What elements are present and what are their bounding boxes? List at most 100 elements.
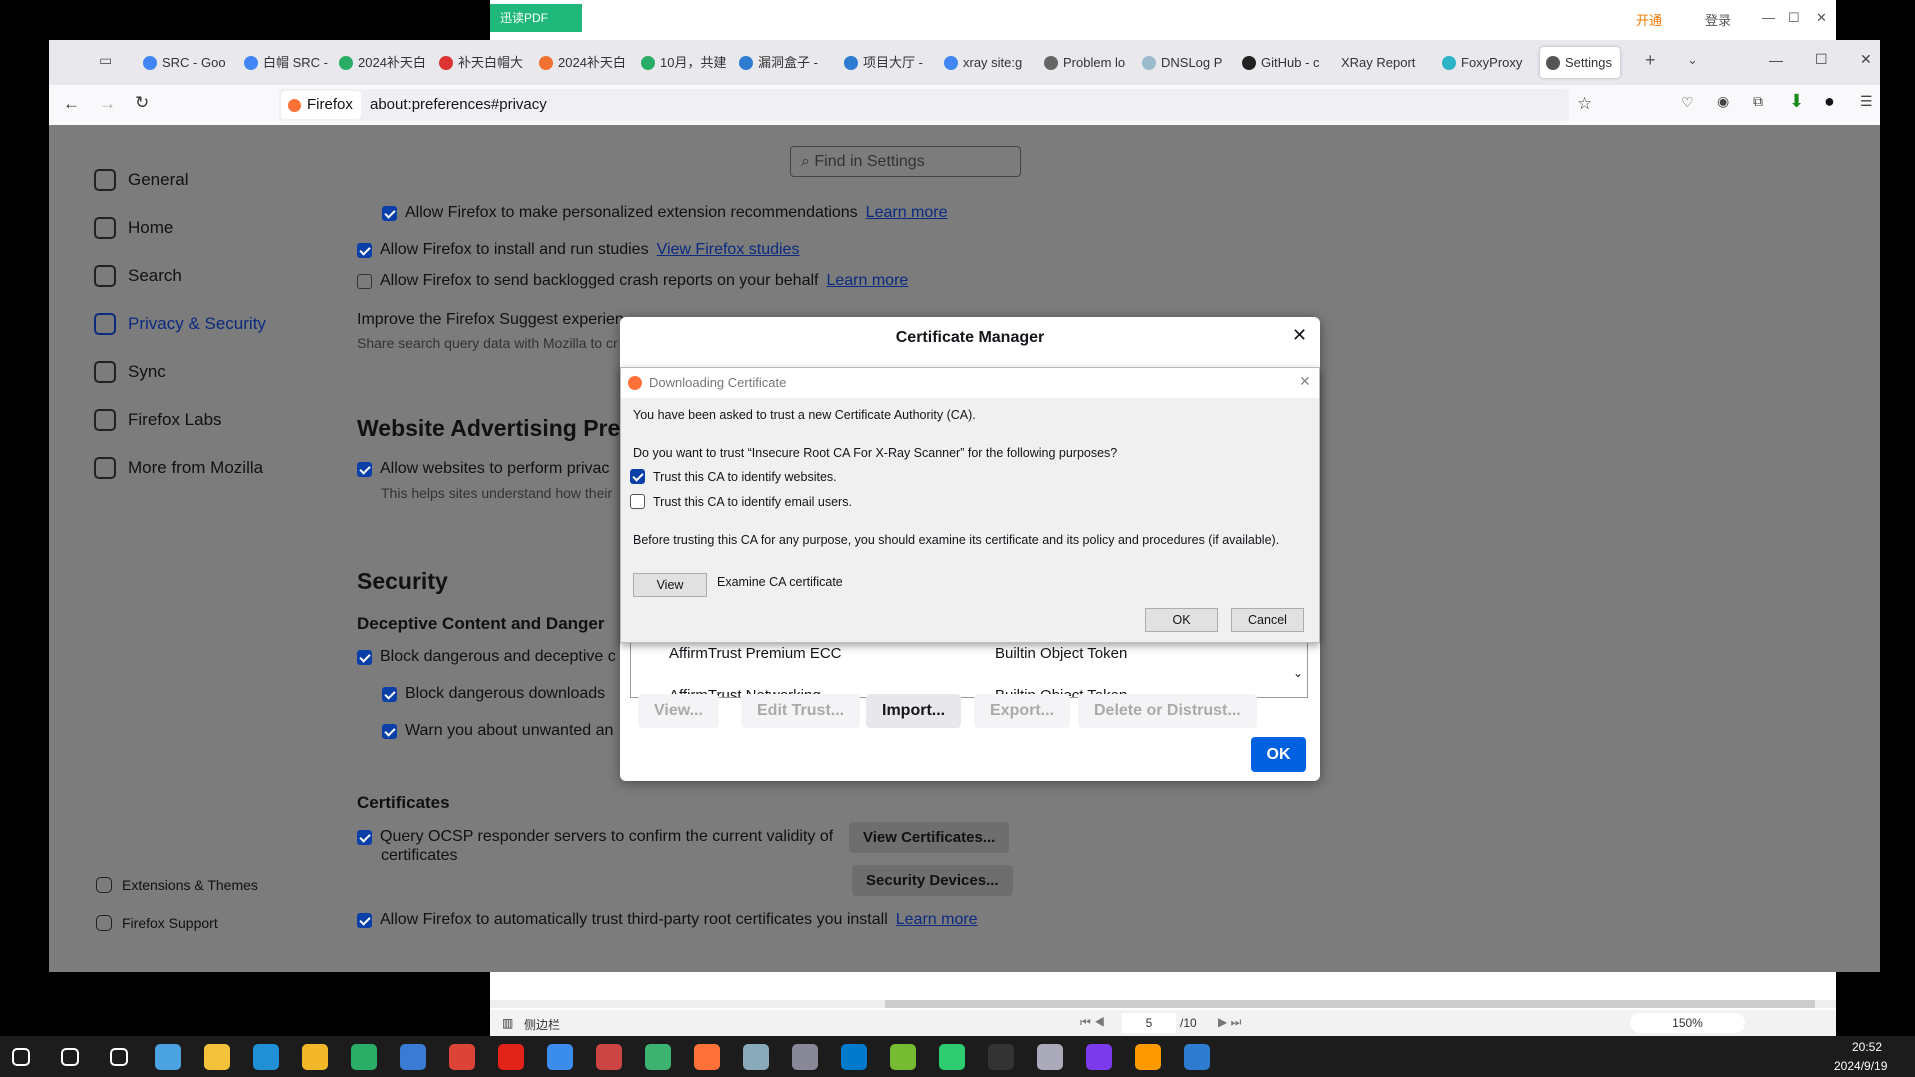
app-icon[interactable] [1184, 1044, 1210, 1070]
bookmark-star-icon[interactable]: ☆ [1577, 94, 1592, 114]
app-icon[interactable] [302, 1044, 328, 1070]
app-icon[interactable] [155, 1044, 181, 1070]
mail-icon[interactable] [400, 1044, 426, 1070]
firefox-icon[interactable] [694, 1044, 720, 1070]
security-devices-button[interactable]: Security Devices... [852, 865, 1013, 896]
close-icon[interactable]: ✕ [1299, 373, 1311, 390]
view-cert-button[interactable]: View... [638, 694, 719, 728]
reload-icon[interactable]: ↻ [135, 93, 149, 113]
close-icon[interactable]: ✕ [1816, 10, 1827, 26]
menu-icon[interactable]: ☰ [1860, 93, 1873, 110]
tab[interactable]: 项目大厅 - [844, 47, 939, 78]
ad-checkbox[interactable] [357, 461, 372, 477]
horizontal-scrollbar[interactable] [490, 1000, 1836, 1008]
task-view-icon[interactable] [110, 1048, 128, 1066]
tab[interactable]: Problem lo [1044, 47, 1139, 78]
tab[interactable]: XRay Report [1341, 47, 1436, 78]
close-icon[interactable]: ✕ [1292, 325, 1307, 346]
wechat-icon[interactable] [351, 1044, 377, 1070]
app-icon[interactable] [792, 1044, 818, 1070]
url-text[interactable]: about:preferences#privacy [370, 96, 547, 113]
search-icon[interactable] [61, 1048, 79, 1066]
tab[interactable]: 漏洞盒子 - [739, 47, 839, 78]
minimize-icon[interactable]: — [1762, 10, 1775, 25]
tab[interactable]: 10月，共建 [641, 47, 736, 78]
scroll-down-icon[interactable]: ⌄ [1293, 666, 1303, 680]
crash-reports-checkbox[interactable] [357, 273, 372, 289]
tab[interactable]: FoxyProxy [1442, 47, 1532, 78]
terminal-icon[interactable] [988, 1044, 1014, 1070]
pdf-app-badge[interactable]: 迅读PDF [490, 4, 582, 32]
vip-link[interactable]: 开通 [1636, 10, 1662, 29]
tab[interactable]: xray site:g [944, 47, 1039, 78]
sidebar-footer-item[interactable]: Firefox Support [96, 915, 218, 931]
view-ca-button[interactable]: View [633, 573, 707, 597]
sidebar-item[interactable]: Home [94, 217, 173, 239]
pdf-icon[interactable] [939, 1044, 965, 1070]
view-studies-link[interactable]: View Firefox studies [657, 241, 800, 259]
certificate-list[interactable]: AffirmTrust Premium ECC Builtin Object To… [630, 642, 1308, 698]
app-icon[interactable] [1135, 1044, 1161, 1070]
chevron-down-icon[interactable]: ⌄ [1687, 52, 1698, 68]
tab[interactable]: Settings [1540, 47, 1620, 78]
app-icon[interactable] [547, 1044, 573, 1070]
view-certificates-button[interactable]: View Certificates... [849, 822, 1010, 853]
tab[interactable]: 2024补天白 [339, 47, 434, 78]
forward-icon[interactable]: → [99, 94, 116, 114]
url-bar[interactable]: Firefox about:preferences#privacy ☆ [279, 89, 1592, 121]
new-tab-icon[interactable]: + [1645, 50, 1656, 71]
sidebar-item[interactable]: Privacy & Security [94, 313, 266, 335]
ok-button[interactable]: OK [1251, 737, 1306, 772]
warn-unwanted-checkbox[interactable] [382, 723, 397, 739]
tab[interactable]: SRC - Goo [143, 47, 238, 78]
start-icon[interactable] [12, 1048, 30, 1066]
close-icon[interactable]: ✕ [1860, 51, 1872, 68]
sidebar-toggle-icon[interactable]: ▥ [502, 1016, 513, 1030]
trust-email-checkbox[interactable] [630, 494, 645, 509]
sidebar-item[interactable]: Search [94, 265, 182, 287]
sidebar-item[interactable]: More from Mozilla [94, 457, 263, 479]
edge-icon[interactable] [253, 1044, 279, 1070]
sidebar-item[interactable]: Sync [94, 361, 166, 383]
back-icon[interactable]: ← [63, 94, 80, 114]
trust-websites-checkbox[interactable] [630, 469, 645, 484]
maximize-icon[interactable]: ☐ [1815, 51, 1828, 68]
scrollbar[interactable] [1875, 125, 1880, 972]
tab[interactable]: 2024补天白 [539, 47, 634, 78]
extensions-icon[interactable]: ⧉ [1753, 93, 1763, 110]
sidebar-label[interactable]: 侧边栏 [524, 1016, 560, 1033]
maximize-icon[interactable]: ☐ [1788, 10, 1800, 26]
account-icon[interactable]: ◉ [1717, 93, 1729, 110]
block-downloads-checkbox[interactable] [382, 686, 397, 702]
clock-date[interactable]: 2024/9/19 [1834, 1059, 1887, 1073]
ocsp-checkbox[interactable] [357, 829, 372, 845]
vscode-icon[interactable] [841, 1044, 867, 1070]
tab-list-icon[interactable]: ▭ [99, 52, 112, 69]
app-icon[interactable] [1086, 1044, 1112, 1070]
file-explorer-icon[interactable] [204, 1044, 230, 1070]
download-icon[interactable]: ⬇ [1789, 91, 1804, 112]
app-icon[interactable] [596, 1044, 622, 1070]
cert-row[interactable]: AffirmTrust Premium ECC Builtin Object To… [631, 642, 1291, 670]
ok-button[interactable]: OK [1145, 608, 1218, 632]
zoom-select[interactable]: 150% [1630, 1013, 1745, 1033]
chrome-icon[interactable] [449, 1044, 475, 1070]
delete-distrust-button[interactable]: Delete or Distrust... [1078, 694, 1257, 728]
cancel-button[interactable]: Cancel [1231, 608, 1304, 632]
page-input[interactable]: 5 [1122, 1013, 1176, 1033]
app-icon[interactable] [743, 1044, 769, 1070]
app-icon[interactable] [498, 1044, 524, 1070]
block-dangerous-checkbox[interactable] [357, 649, 372, 665]
import-button[interactable]: Import... [866, 694, 962, 728]
third-party-checkbox[interactable] [357, 912, 372, 928]
app-icon[interactable] [890, 1044, 916, 1070]
sidebar-footer-item[interactable]: Extensions & Themes [96, 877, 258, 893]
ext-rec-checkbox[interactable] [382, 205, 397, 221]
export-button[interactable]: Export... [974, 694, 1071, 728]
edit-trust-button[interactable]: Edit Trust... [741, 694, 861, 728]
tab[interactable]: 补天白帽大 [439, 47, 534, 78]
learn-more-link[interactable]: Learn more [826, 272, 908, 290]
page-next-icons[interactable]: ▶ ⏭ [1218, 1015, 1241, 1030]
login-link[interactable]: 登录 [1705, 10, 1731, 29]
sidebar-item[interactable]: General [94, 169, 188, 191]
